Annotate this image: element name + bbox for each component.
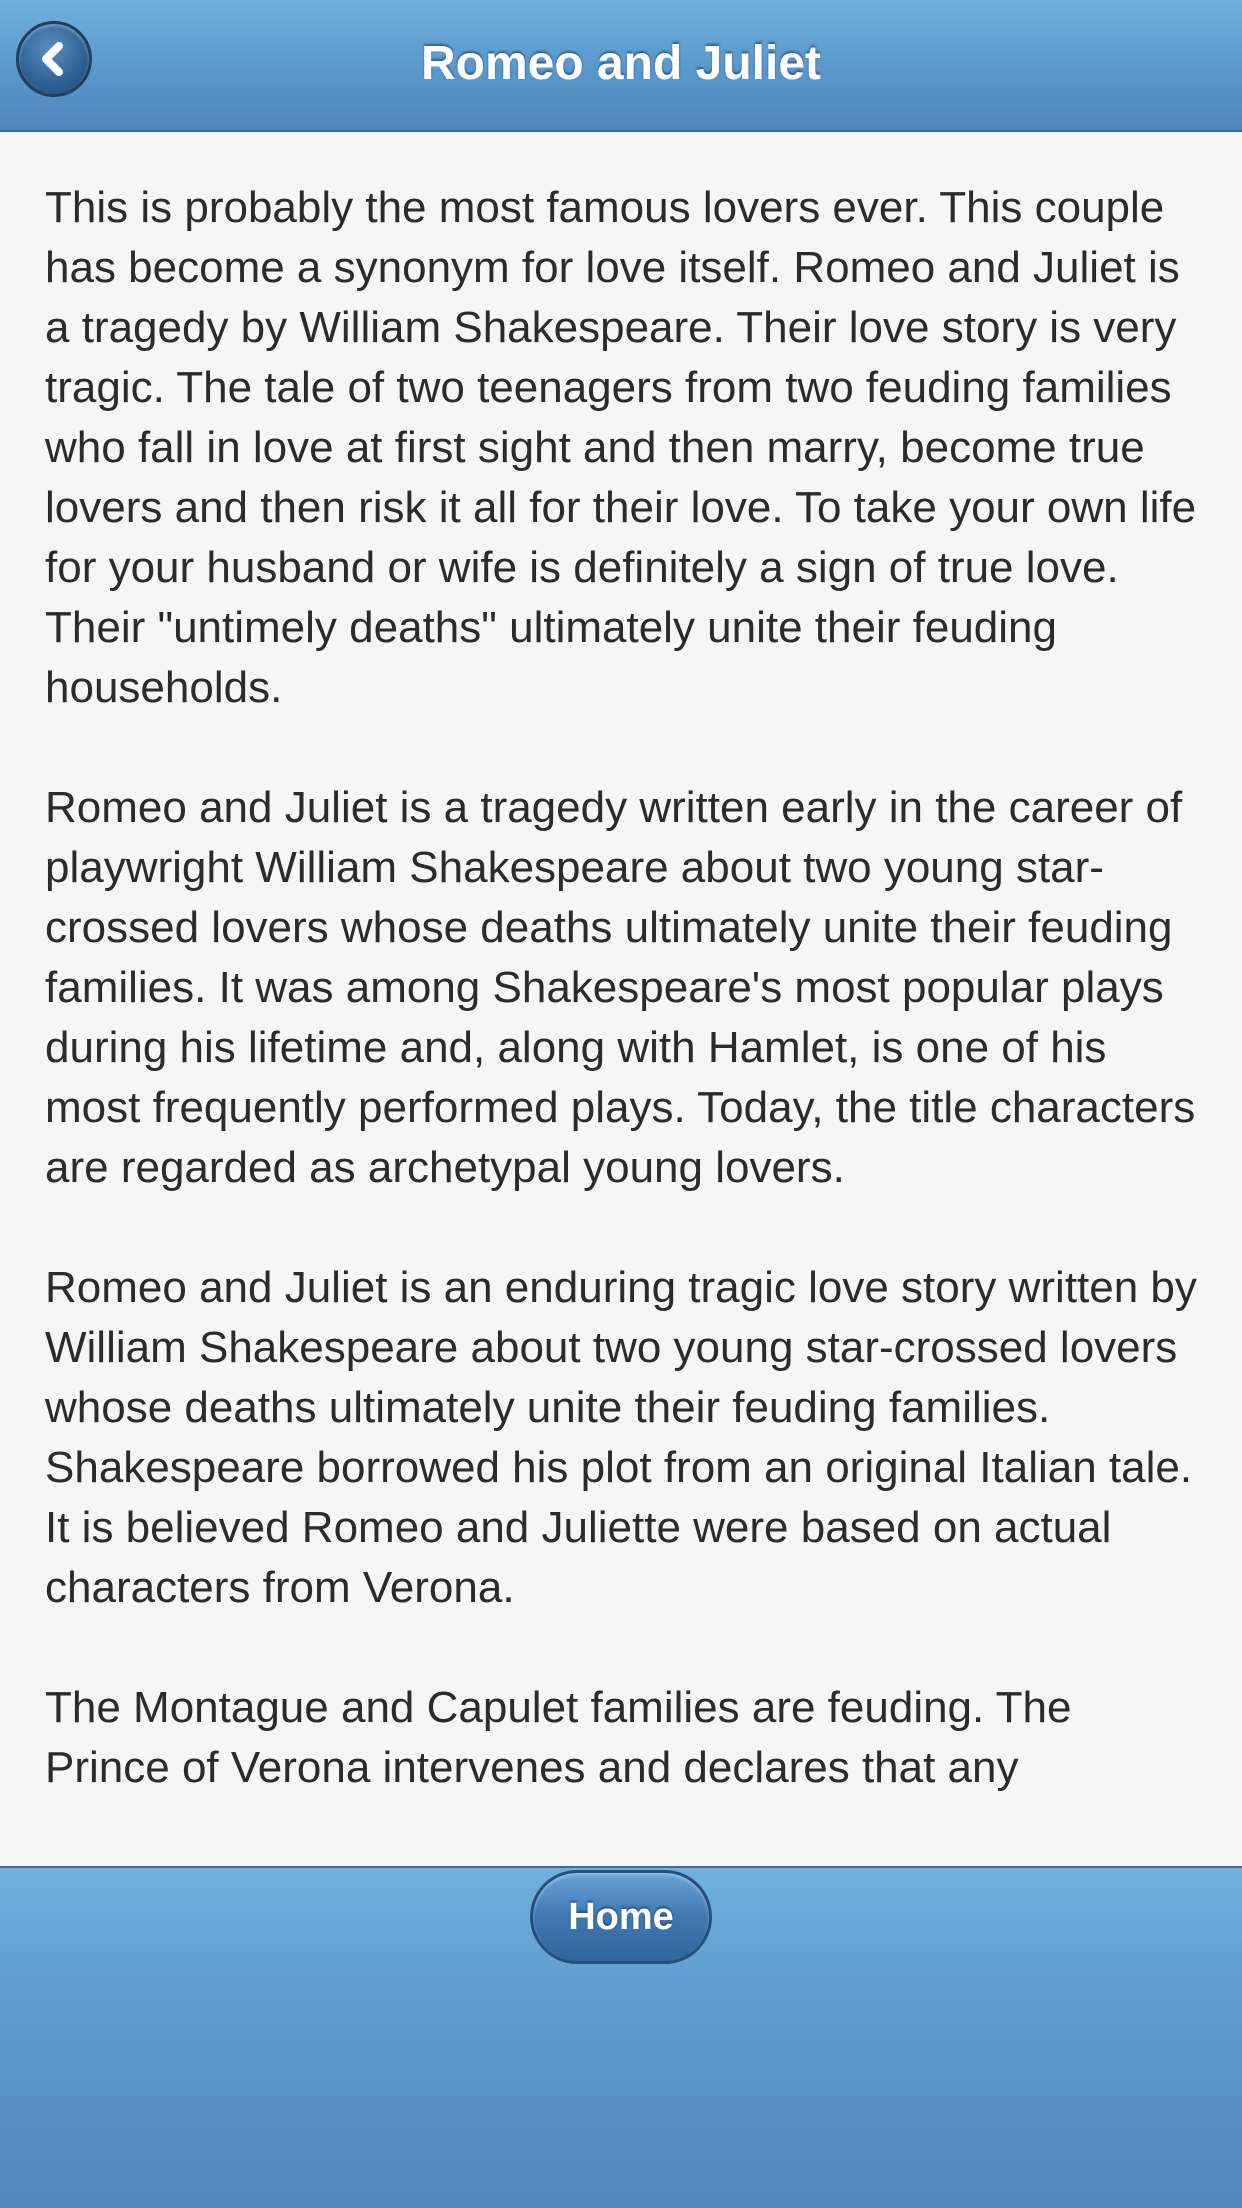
page-title: Romeo and Juliet [420, 37, 822, 90]
article-paragraph: Romeo and Juliet is an enduring tragic l… [45, 1263, 1197, 1612]
chevron-left-icon [42, 42, 63, 76]
article-paragraph: This is probably the most famous lovers … [45, 183, 1197, 712]
article-paragraph: The Montague and Capulet families are fe… [45, 1683, 1072, 1792]
home-button[interactable]: Home [530, 1870, 712, 1964]
back-button[interactable] [16, 21, 92, 97]
article-paragraph: Romeo and Juliet is a tragedy written ea… [45, 783, 1196, 1192]
bottom-toolbar: Home [0, 1866, 1242, 2208]
top-navigation-bar: Romeo and Juliet [0, 0, 1242, 132]
article-body: This is probably the most famous lovers … [45, 178, 1205, 1858]
